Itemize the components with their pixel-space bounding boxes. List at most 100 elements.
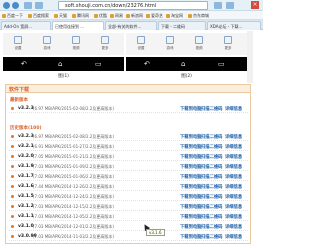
- version-number: v3.1.2: [18, 204, 34, 209]
- grid-item: 更多: [219, 36, 237, 54]
- bookmark-item[interactable]: 百度搜索: [28, 13, 49, 19]
- recent-apps-icon: ▭: [95, 60, 102, 68]
- download-to-pc-link[interactable]: 下载到电脑: [180, 194, 201, 200]
- download-to-pc-link[interactable]: 下载到电脑: [180, 224, 201, 230]
- bookmark-item[interactable]: 优酷: [94, 13, 107, 19]
- download-to-pc-link[interactable]: 下载到电脑: [180, 214, 201, 220]
- version-meta: (7.03 MB/APK/2014-12-15/2.2及更高版本): [33, 204, 114, 209]
- scan-qr-link[interactable]: 扫描二维码: [201, 144, 222, 150]
- bookmark-item[interactable]: 新浪网: [126, 13, 143, 19]
- scrollbar[interactable]: [247, 31, 253, 83]
- details-link[interactable]: 详细信息: [225, 134, 242, 140]
- app-grid: 设置 游戏 视频 更多: [126, 33, 247, 55]
- scan-qr-link[interactable]: 扫描二维码: [201, 204, 222, 210]
- details-link[interactable]: 详细信息: [225, 106, 242, 112]
- details-link[interactable]: 详细信息: [225, 194, 242, 200]
- grid-item-label: 更多: [224, 46, 232, 50]
- bookmark-item[interactable]: 京东商城: [188, 13, 209, 19]
- bookmark-item[interactable]: 天猫: [54, 13, 67, 19]
- grid-item: 设置: [132, 36, 150, 54]
- close-icon[interactable]: ×: [251, 1, 259, 9]
- version-row: v3.1.5 (7.03 MB/APK/2014-12-24/2.2及更高版本) 下…: [9, 192, 248, 201]
- download-to-pc-link[interactable]: 下载到电脑: [180, 164, 201, 170]
- bullet-icon: [11, 135, 14, 138]
- home-button-icon: ⌂: [181, 60, 186, 68]
- settings-icon: [137, 36, 145, 44]
- address-bar[interactable]: soft.shouji.com.cn/down/23276.html: [58, 1, 208, 10]
- details-link[interactable]: 详细信息: [225, 174, 242, 180]
- grid-item-label: 视频: [72, 46, 80, 50]
- browser-titlebar: soft.shouji.com.cn/down/23276.html ×: [0, 0, 263, 11]
- scan-qr-link[interactable]: 扫描二维码: [201, 224, 222, 230]
- version-number: v3.2.3: [18, 134, 34, 139]
- screenshot-1[interactable]: 设置 游戏 视频 更多 ↶ ⌂ ▭ 图(1): [3, 31, 124, 81]
- screenshot-caption: 图(1): [58, 74, 69, 79]
- grid-item: 更多: [96, 36, 114, 54]
- tab[interactable]: 下载 - 二维码: [158, 21, 206, 30]
- section-header: 软件下载: [6, 85, 250, 93]
- bookmark-item[interactable]: 百度一下: [2, 13, 23, 19]
- version-meta: (6.97 MB/APK/2015-02-08/2.2及更高版本): [33, 134, 114, 139]
- download-to-pc-link[interactable]: 下载到电脑: [180, 106, 201, 112]
- bookmark-item[interactable]: 腾讯网: [72, 13, 89, 19]
- version-meta: (7.44 MB/APK/2014-12-26/2.2及更高版本): [33, 184, 114, 189]
- details-link[interactable]: 详细信息: [225, 224, 242, 230]
- download-to-pc-link[interactable]: 下载到电脑: [180, 234, 201, 240]
- version-row: v3.2.0 (7.05 MB/APK/2015-01-21/2.2及更高版本) 下…: [9, 152, 248, 161]
- download-to-pc-link[interactable]: 下载到电脑: [180, 184, 201, 190]
- details-link[interactable]: 详细信息: [225, 204, 242, 210]
- download-to-pc-link[interactable]: 下载到电脑: [180, 204, 201, 210]
- menu-icon[interactable]: [226, 2, 234, 9]
- details-link[interactable]: 详细信息: [225, 184, 242, 190]
- scan-qr-link[interactable]: 扫描二维码: [201, 234, 222, 240]
- tab-label: 已使用连接到 ...: [55, 24, 85, 29]
- tab-active[interactable]: 已使用连接到 ...: [52, 21, 104, 30]
- version-row: v3.2.3 (6.97 MB/APK/2015-02-08/2.2及更高版本) 下…: [9, 132, 248, 141]
- details-link[interactable]: 详细信息: [225, 164, 242, 170]
- refresh-icon[interactable]: [24, 2, 32, 9]
- download-to-pc-link[interactable]: 下载到电脑: [180, 134, 201, 140]
- grid-item-label: 设置: [14, 46, 22, 50]
- back-icon[interactable]: [3, 2, 10, 9]
- version-meta: (7.03 MB/APK/2015-01-09/2.2及更高版本): [33, 164, 114, 169]
- back-arrow-icon: ↶: [144, 60, 150, 68]
- forward-icon[interactable]: [12, 2, 19, 9]
- scan-qr-link[interactable]: 扫描二维码: [201, 164, 222, 170]
- version-number: v3.1.6: [18, 184, 34, 189]
- version-row: v3.1.6 (7.44 MB/APK/2014-12-26/2.2及更高版本) 下…: [9, 182, 248, 191]
- bookmark-item[interactable]: 爱奇艺: [146, 13, 163, 19]
- latest-version-heading: 最新版本: [10, 98, 28, 103]
- scan-qr-link[interactable]: 扫描二维码: [201, 214, 222, 220]
- scan-qr-link[interactable]: 扫描二维码: [201, 194, 222, 200]
- home-icon[interactable]: [35, 2, 43, 9]
- scan-qr-link[interactable]: 扫描二维码: [201, 184, 222, 190]
- tab[interactable]: XDA论坛 - 下载...: [207, 21, 261, 30]
- download-to-pc-link[interactable]: 下载到电脑: [180, 144, 201, 150]
- bookmarks-bar: 百度一下 百度搜索 天猫 腾讯网 优酷 网易 新浪网 爱奇艺 淘宝网 京东商城: [0, 11, 263, 20]
- address-bar-url[interactable]: soft.shouji.com.cn/down/23276.html: [65, 3, 156, 9]
- grid-item-label: 游戏: [43, 46, 51, 50]
- details-link[interactable]: 详细信息: [225, 154, 242, 160]
- details-link[interactable]: 详细信息: [225, 214, 242, 220]
- details-link[interactable]: 详细信息: [225, 144, 242, 150]
- tab[interactable]: Add-On 宽屏...: [1, 21, 51, 30]
- tab[interactable]: 全部-有关的软件...: [105, 21, 157, 30]
- extension-icon[interactable]: [214, 2, 222, 9]
- scan-qr-link[interactable]: 扫描二维码: [201, 174, 222, 180]
- scan-qr-link[interactable]: 扫描二维码: [201, 106, 222, 112]
- download-to-pc-link[interactable]: 下载到电脑: [180, 154, 201, 160]
- download-to-pc-link[interactable]: 下载到电脑: [180, 174, 201, 180]
- details-link[interactable]: 详细信息: [225, 234, 242, 240]
- screenshot-2[interactable]: 设置 游戏 视频 更多 ↶ ⌂ ▭ 图(2): [126, 31, 247, 81]
- version-number: v3.1.7: [18, 174, 34, 179]
- bullet-icon: [11, 107, 14, 110]
- bookmark-item[interactable]: 淘宝网: [166, 13, 183, 19]
- scan-qr-link[interactable]: 扫描二维码: [201, 154, 222, 160]
- scan-qr-link[interactable]: 扫描二维码: [201, 134, 222, 140]
- version-number: v3.2.3: [18, 106, 34, 111]
- bookmark-item[interactable]: 网易: [110, 13, 123, 19]
- grid-item: 视频: [190, 36, 208, 54]
- version-row: v3.1.2 (7.03 MB/APK/2014-12-15/2.2及更高版本) 下…: [9, 202, 248, 211]
- bullet-icon: [11, 205, 14, 208]
- version-meta: (7.03 MB/APK/2014-11-03/2.2及更高版本): [33, 234, 114, 239]
